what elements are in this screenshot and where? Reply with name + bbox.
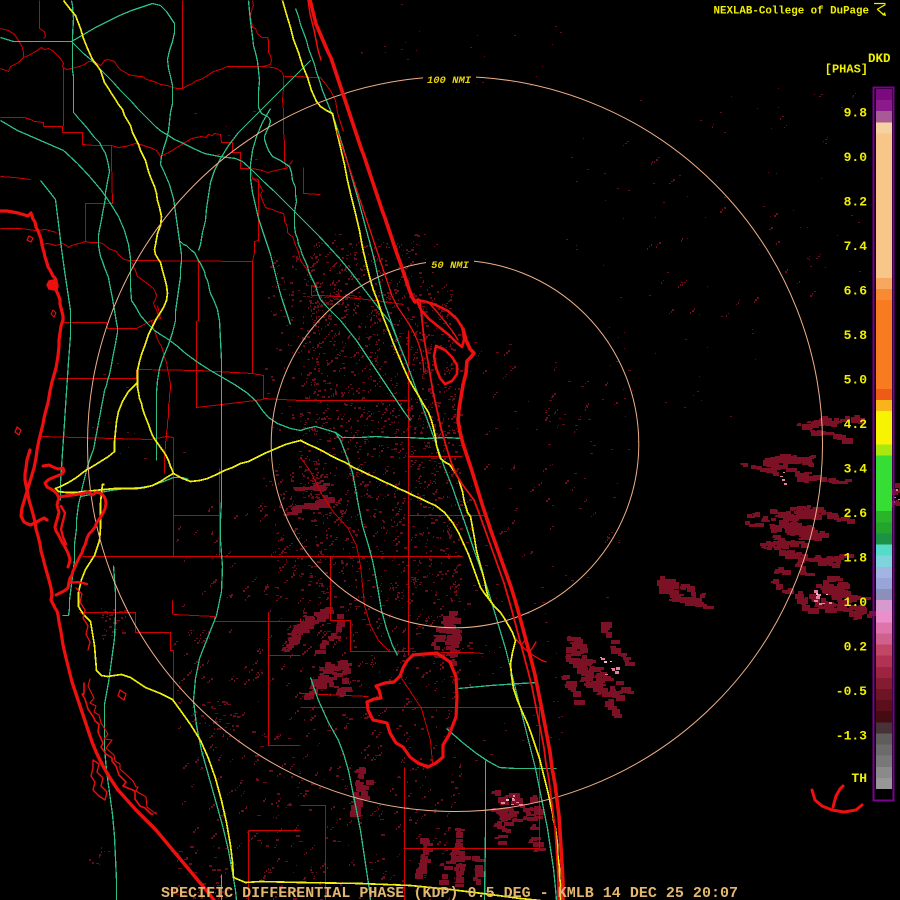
svg-text:2.6: 2.6	[844, 506, 868, 521]
svg-text:SPECIFIC DIFFERENTIAL PHASE (K: SPECIFIC DIFFERENTIAL PHASE (KDP) 0.5 DE…	[161, 885, 738, 900]
svg-text:7.4: 7.4	[844, 239, 868, 254]
svg-text:5.0: 5.0	[844, 373, 868, 388]
svg-text:9.8: 9.8	[844, 106, 868, 121]
svg-text:DKD: DKD	[868, 52, 891, 66]
svg-text:0.2: 0.2	[844, 640, 868, 655]
svg-text:50 NMI: 50 NMI	[431, 260, 470, 272]
svg-text:100 NMI: 100 NMI	[427, 75, 472, 87]
svg-text:3.4: 3.4	[844, 462, 868, 477]
svg-text:8.2: 8.2	[844, 195, 868, 210]
svg-text:9.0: 9.0	[844, 150, 868, 165]
svg-text:NEXLAB-College of DuPage: NEXLAB-College of DuPage	[713, 6, 869, 18]
svg-text:1.8: 1.8	[844, 551, 868, 566]
svg-text:-1.3: -1.3	[836, 729, 867, 744]
svg-text:-0.5: -0.5	[836, 684, 867, 699]
svg-text:6.6: 6.6	[844, 284, 868, 299]
svg-text:[PHAS]: [PHAS]	[825, 63, 868, 77]
svg-text:TH: TH	[851, 771, 867, 786]
svg-text:4.2: 4.2	[844, 417, 868, 432]
svg-text:1.0: 1.0	[844, 595, 868, 610]
svg-text:5.8: 5.8	[844, 328, 868, 343]
